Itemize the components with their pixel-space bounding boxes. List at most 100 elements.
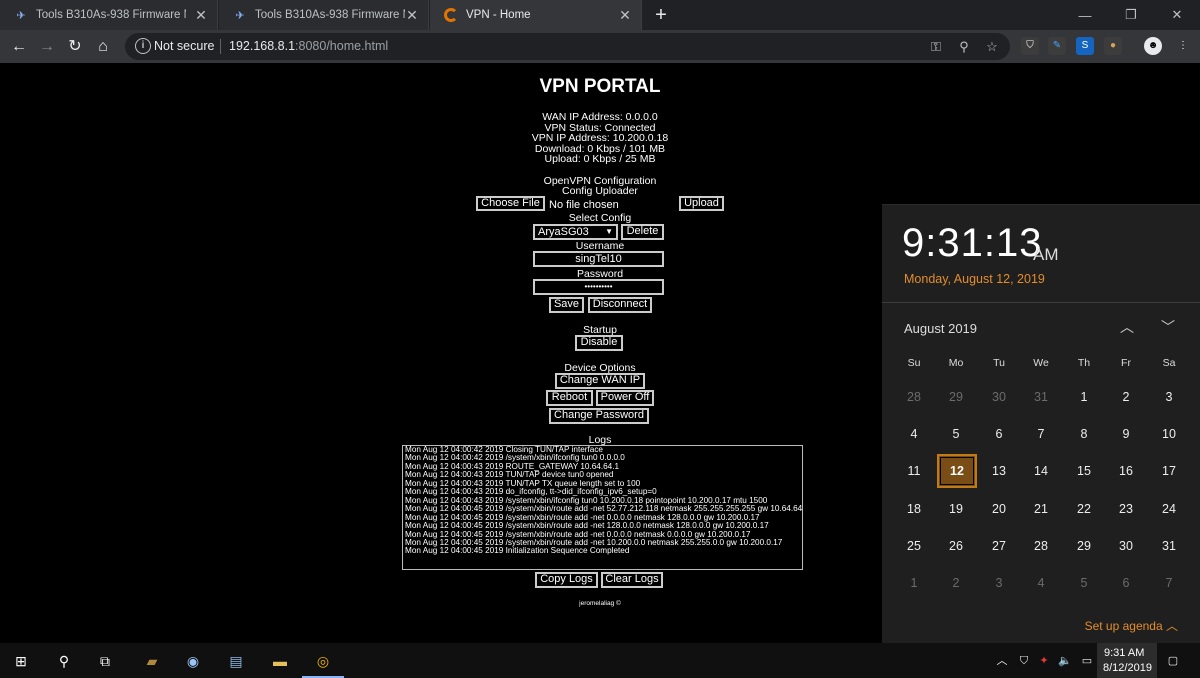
restore-button[interactable]: ❐ [1108, 0, 1154, 30]
key-icon[interactable]: ⚿ [927, 38, 945, 56]
calendar-day[interactable]: 18 [893, 492, 935, 526]
calendar-day[interactable]: 3 [978, 566, 1020, 600]
shield-extension-icon[interactable]: ⛉ [1021, 37, 1039, 55]
calendar-day[interactable]: 1 [893, 566, 935, 600]
calendar-day[interactable]: 20 [978, 492, 1020, 526]
calendar-day[interactable]: 6 [1105, 566, 1147, 600]
calendar-day[interactable]: 2 [935, 566, 977, 600]
calendar-day[interactable]: 28 [1020, 529, 1062, 563]
logs-textarea[interactable]: Mon Aug 12 04:00:42 2019 Closing TUN/TAP… [402, 445, 803, 570]
calendar-day[interactable]: 8 [1063, 417, 1105, 451]
calendar-day[interactable]: 26 [935, 529, 977, 563]
flyout-date-link[interactable]: Monday, August 12, 2019 [904, 272, 1045, 286]
action-center-icon[interactable]: ▢ [1166, 654, 1180, 668]
calendar-day[interactable]: 17 [1148, 454, 1190, 488]
calendar-day[interactable]: 11 [893, 454, 935, 488]
calendar-day[interactable]: 30 [978, 380, 1020, 414]
calendar-day[interactable]: 24 [1148, 492, 1190, 526]
change-password-button[interactable]: Change Password [549, 408, 649, 424]
chrome-icon[interactable]: ◎ [313, 651, 333, 671]
bookmark-star-icon[interactable]: ☆ [983, 38, 1001, 56]
network-icon[interactable]: ▭ [1080, 654, 1094, 668]
url-text[interactable]: 192.168.8.1:8080/home.html [229, 39, 388, 53]
calendar-day[interactable]: 31 [1020, 380, 1062, 414]
menu-kebab-icon[interactable]: ⋮ [1174, 37, 1192, 55]
clear-logs-button[interactable]: Clear Logs [601, 572, 663, 588]
reboot-button[interactable]: Reboot [546, 390, 593, 406]
back-arrow-icon[interactable]: ← [8, 36, 30, 58]
calendar-day[interactable]: 5 [935, 417, 977, 451]
file-explorer-icon[interactable]: ▬ [270, 651, 290, 671]
dropper-extension-icon[interactable]: ✎ [1048, 37, 1066, 55]
close-tab-icon[interactable]: ✕ [404, 7, 420, 23]
task-view-icon[interactable]: ⧉ [95, 651, 115, 671]
calendar-day[interactable]: 9 [1105, 417, 1147, 451]
close-window-button[interactable]: ✕ [1154, 0, 1200, 30]
calendar-day[interactable]: 30 [1105, 529, 1147, 563]
username-input[interactable]: singTel10 [533, 251, 664, 267]
tab-firmware-mod-1[interactable]: ✈ Tools B310As-938 Firmware Mod ✕ [0, 0, 218, 30]
calendar-day[interactable]: 27 [978, 529, 1020, 563]
calendar-day[interactable]: 21 [1020, 492, 1062, 526]
tab-firmware-mod-2[interactable]: ✈ Tools B310As-938 Firmware Mod ✕ [219, 0, 429, 30]
calendar-day[interactable]: 15 [1063, 454, 1105, 488]
calendar-day-today[interactable]: 12 [937, 454, 977, 488]
calendar-day[interactable]: 2 [1105, 380, 1147, 414]
tab-vpn-home[interactable]: VPN - Home ✕ [430, 0, 642, 30]
calendar-day[interactable]: 16 [1105, 454, 1147, 488]
calendar-day[interactable]: 31 [1148, 529, 1190, 563]
copy-logs-button[interactable]: Copy Logs [535, 572, 598, 588]
calendar-day[interactable]: 3 [1148, 380, 1190, 414]
calendar-day[interactable]: 1 [1063, 380, 1105, 414]
calendar-day[interactable]: 29 [1063, 529, 1105, 563]
new-tab-button[interactable]: + [650, 4, 672, 26]
calendar-day[interactable]: 13 [978, 454, 1020, 488]
minimize-button[interactable]: — [1062, 0, 1108, 30]
config-select[interactable]: AryaSG03 ▼ [533, 224, 618, 240]
forward-arrow-icon[interactable]: → [36, 36, 58, 58]
steam-icon[interactable]: ◉ [183, 651, 203, 671]
tray-app-icon[interactable]: ✦ [1037, 654, 1051, 668]
windows-start-icon[interactable]: ⊞ [11, 651, 31, 671]
calendar-day[interactable]: 29 [935, 380, 977, 414]
volume-icon[interactable]: 🔈 [1058, 654, 1072, 668]
next-month-chevron-down-icon[interactable]: ﹀ [1158, 317, 1178, 337]
notepad-icon[interactable]: ▤ [226, 651, 246, 671]
save-button[interactable]: Save [549, 297, 584, 313]
home-icon[interactable]: ⌂ [92, 36, 114, 58]
set-up-agenda-link[interactable]: Set up agenda ︿ [1085, 617, 1178, 634]
show-hidden-icons-chevron-icon[interactable]: ︿ [995, 654, 1009, 668]
change-wan-ip-button[interactable]: Change WAN IP [555, 373, 645, 389]
close-tab-icon[interactable]: ✕ [193, 7, 209, 23]
calendar-day[interactable]: 4 [1020, 566, 1062, 600]
calendar-day[interactable]: 7 [1020, 417, 1062, 451]
calendar-day[interactable]: 5 [1063, 566, 1105, 600]
cookie-extension-icon[interactable]: ● [1104, 37, 1122, 55]
address-bar[interactable]: i Not secure 192.168.8.1:8080/home.html … [125, 33, 1010, 60]
calendar-day[interactable]: 28 [893, 380, 935, 414]
calendar-day[interactable]: 7 [1148, 566, 1190, 600]
calendar-day[interactable]: 19 [935, 492, 977, 526]
delete-config-button[interactable]: Delete [621, 224, 664, 240]
calendar-day[interactable]: 23 [1105, 492, 1147, 526]
calendar-day[interactable]: 6 [978, 417, 1020, 451]
app-taskbar-icon[interactable]: ▰ [142, 651, 162, 671]
close-tab-icon[interactable]: ✕ [617, 7, 633, 23]
calendar-day[interactable]: 22 [1063, 492, 1105, 526]
reload-icon[interactable]: ↻ [64, 36, 86, 58]
calendar-day[interactable]: 25 [893, 529, 935, 563]
disconnect-button[interactable]: Disconnect [588, 297, 652, 313]
search-icon[interactable]: ⚲ [54, 651, 74, 671]
zoom-icon[interactable]: ⚲ [955, 38, 973, 56]
calendar-day[interactable]: 4 [893, 417, 935, 451]
disable-startup-button[interactable]: Disable [575, 335, 623, 351]
calendar-day[interactable]: 10 [1148, 417, 1190, 451]
previous-month-chevron-up-icon[interactable]: ︿ [1117, 317, 1137, 337]
password-input[interactable]: •••••••••• [533, 279, 664, 295]
calendar-month-label[interactable]: August 2019 [904, 321, 977, 336]
power-off-button[interactable]: Power Off [596, 390, 654, 406]
defender-shield-icon[interactable]: ⛉ [1017, 654, 1031, 668]
profile-avatar[interactable]: ☻ [1144, 37, 1162, 55]
calendar-day[interactable]: 14 [1020, 454, 1062, 488]
info-icon[interactable]: i [135, 38, 151, 54]
